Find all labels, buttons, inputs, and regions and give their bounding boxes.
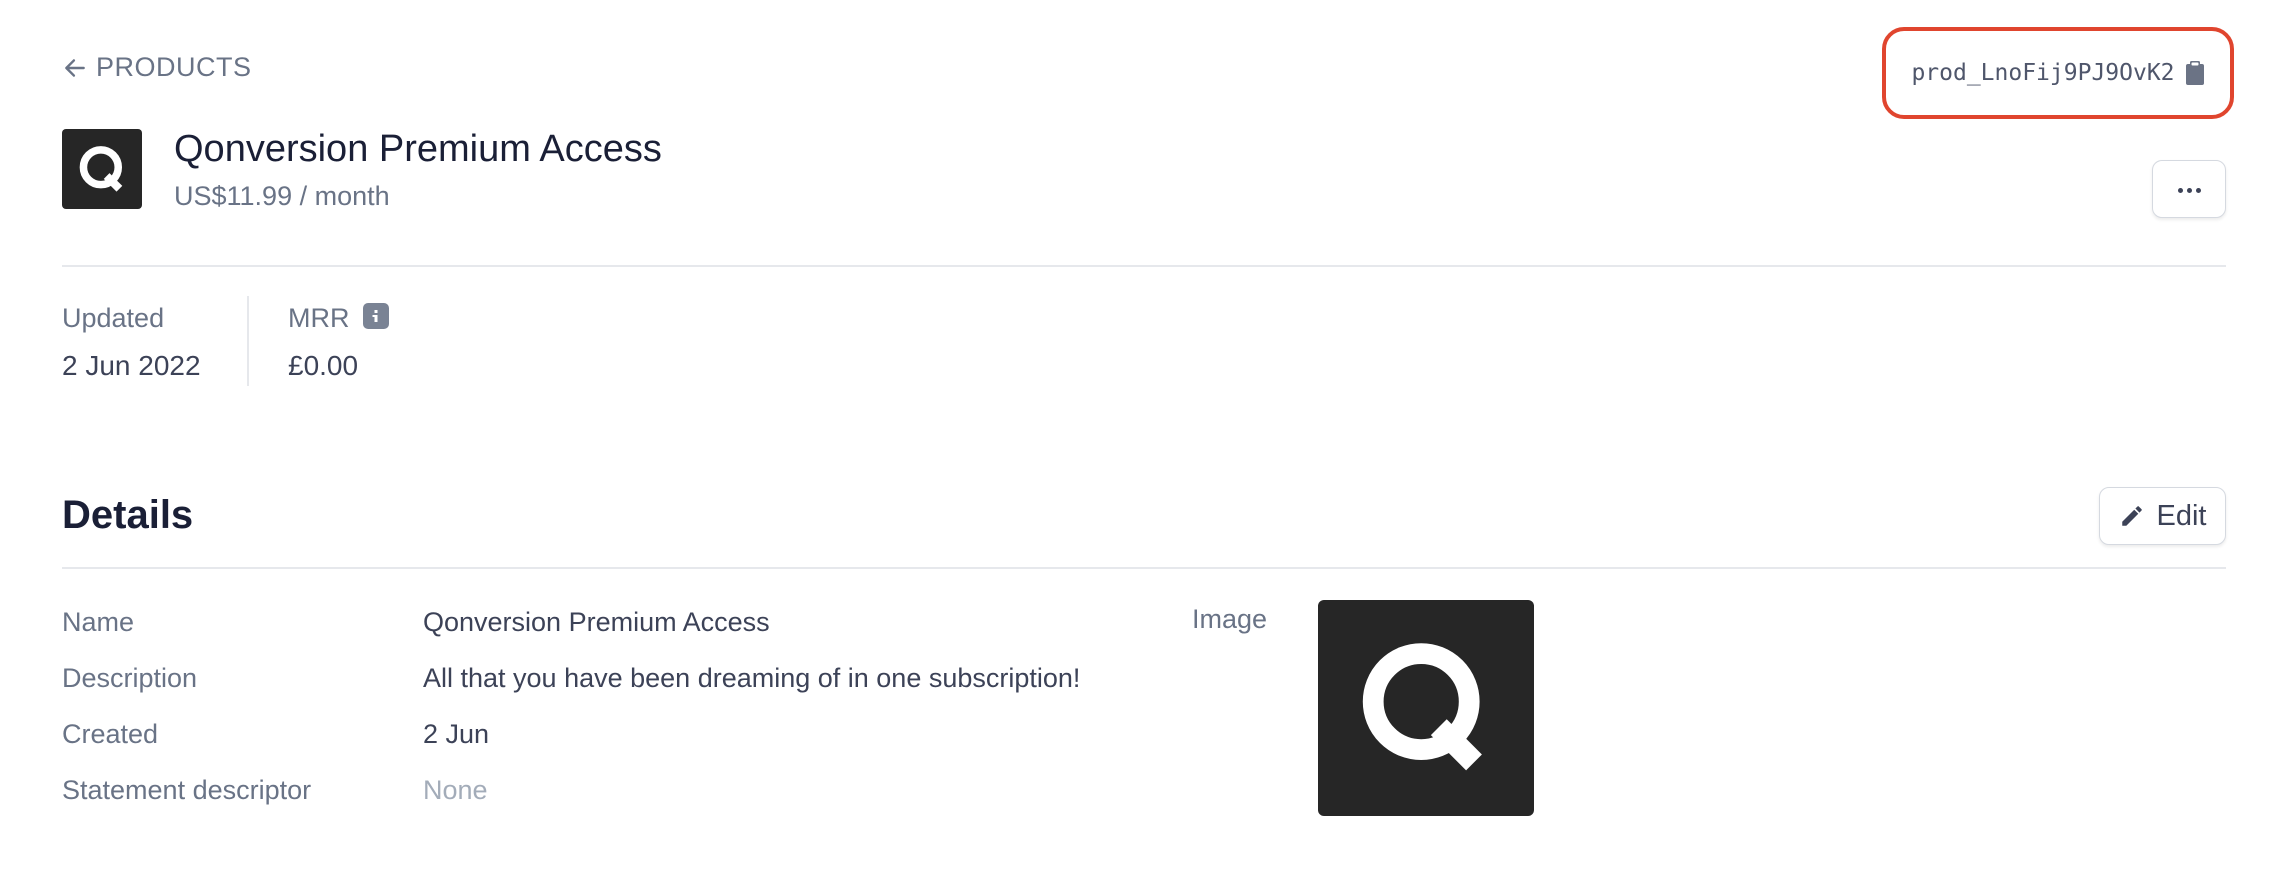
- created-value: 2 Jun: [423, 719, 490, 749]
- description-label: Description: [62, 663, 198, 693]
- statement-descriptor-label: Statement descriptor: [62, 775, 312, 805]
- name-label: Name: [62, 607, 135, 637]
- q-logo-icon: [79, 146, 123, 192]
- created-label: Created: [62, 719, 159, 749]
- product-logo: [62, 129, 142, 209]
- product-title: Qonversion Premium Access: [174, 128, 662, 170]
- more-actions-button[interactable]: [2152, 160, 2226, 218]
- updated-value: 2 Jun 2022: [62, 350, 201, 381]
- pencil-icon: [2121, 506, 2142, 526]
- description-value: All that you have been dreaming of in on…: [423, 663, 1081, 693]
- statement-descriptor-value: None: [423, 775, 488, 805]
- image-label: Image: [1192, 604, 1268, 634]
- back-to-products-link[interactable]: PRODUCTS: [62, 52, 252, 83]
- name-value: Qonversion Premium Access: [423, 607, 770, 637]
- clipboard-icon: [2185, 61, 2204, 85]
- edit-button-label: Edit: [2156, 499, 2207, 532]
- mrr-label: MRR: [288, 303, 350, 333]
- q-logo-icon: [1362, 643, 1482, 771]
- back-link-label: PRODUCTS: [96, 52, 252, 82]
- mrr-value: £0.00: [288, 350, 359, 381]
- info-icon[interactable]: [363, 303, 389, 329]
- product-price: US$11.99 / month: [174, 181, 390, 211]
- product-image: [1318, 600, 1534, 816]
- details-heading: Details: [62, 493, 194, 537]
- more-dots-icon: [2176, 180, 2203, 198]
- product-id-badge: prod_LnoFij9PJ9OvK2: [1882, 27, 2234, 119]
- updated-label: Updated: [62, 303, 165, 333]
- arrow-left-icon: [65, 58, 85, 77]
- copy-button[interactable]: [2185, 60, 2205, 86]
- product-id-text: prod_LnoFij9PJ9OvK2: [1911, 60, 2175, 86]
- stats-separator: [247, 296, 249, 386]
- details-divider: [62, 567, 2226, 569]
- edit-details-button[interactable]: Edit: [2099, 487, 2226, 545]
- header-divider: [62, 265, 2226, 267]
